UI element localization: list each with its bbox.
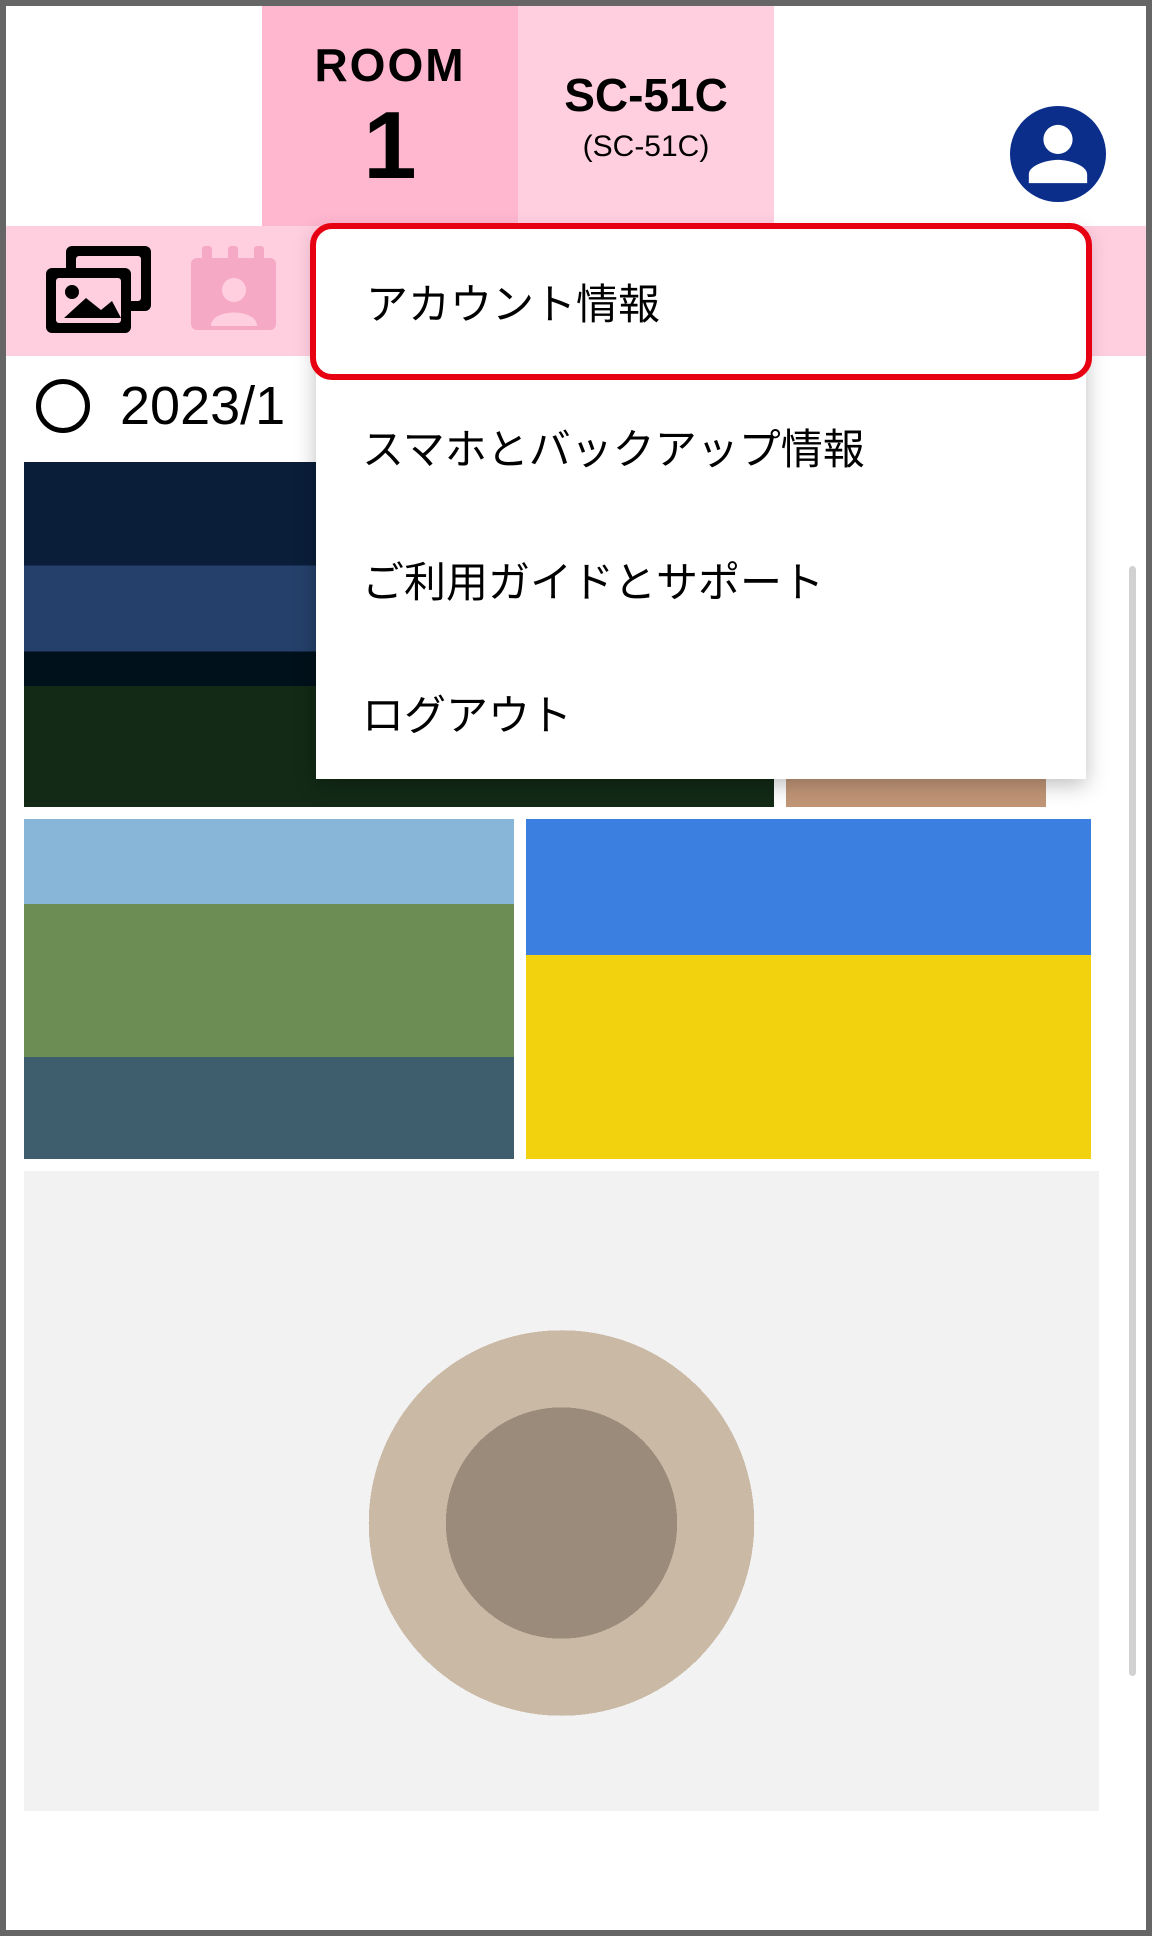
menu-item-guide-support[interactable]: ご利用ガイドとサポート (316, 513, 1086, 646)
device-name: SC-51C (564, 68, 728, 122)
tab-room-1[interactable]: ROOM 1 (262, 6, 518, 226)
account-avatar-button[interactable] (1010, 106, 1106, 202)
menu-item-backup-info[interactable]: スマホとバックアップ情報 (316, 380, 1086, 513)
select-circle-icon[interactable] (36, 379, 90, 433)
photo-thumbnail[interactable] (526, 819, 1091, 1159)
menu-item-label: アカウント情報 (366, 281, 660, 328)
photo-thumbnail[interactable] (24, 819, 514, 1159)
menu-item-label: スマホとバックアップ情報 (362, 426, 865, 473)
device-subname: (SC-51C) (583, 130, 710, 164)
calendar-person-icon (186, 246, 281, 336)
menu-item-label: ご利用ガイドとサポート (362, 559, 824, 606)
tab-device[interactable]: SC-51C (SC-51C) (518, 6, 774, 226)
calendar-person-view-button[interactable] (186, 246, 281, 336)
photo-thumbnail[interactable] (24, 1171, 1099, 1811)
room-number: 1 (262, 98, 518, 194)
account-dropdown-menu: アカウント情報 スマホとバックアップ情報 ご利用ガイドとサポート ログアウト (316, 229, 1086, 779)
gallery-view-button[interactable] (46, 246, 156, 336)
room-label: ROOM (262, 38, 518, 92)
date-label: 2023/1 (120, 375, 285, 437)
person-icon (1023, 119, 1093, 189)
menu-item-account-info[interactable]: アカウント情報 (310, 223, 1092, 380)
app-frame: ROOM 1 SC-51C (SC-51C) (0, 0, 1152, 1936)
gallery-icon (46, 246, 156, 336)
menu-item-logout[interactable]: ログアウト (316, 646, 1086, 779)
menu-item-label: ログアウト (362, 692, 572, 739)
header-tabs: ROOM 1 SC-51C (SC-51C) (6, 6, 1146, 226)
scroll-indicator[interactable] (1129, 566, 1136, 1676)
